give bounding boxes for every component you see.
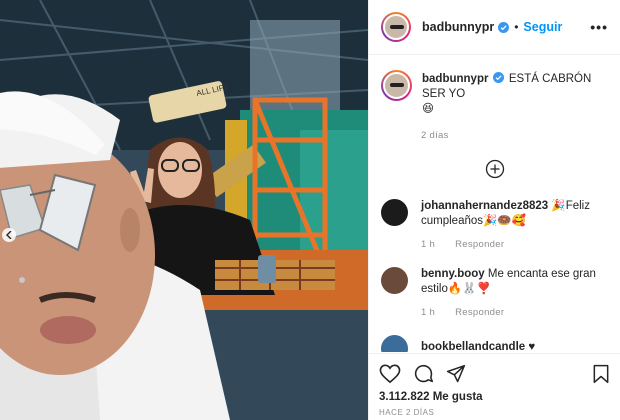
carousel-prev-button[interactable] bbox=[2, 228, 16, 242]
comment-username[interactable]: johannahernandez8823 bbox=[421, 200, 548, 212]
post-date[interactable]: HACE 2 DÍAS bbox=[379, 408, 610, 417]
caption: badbunnypr ESTÁ CABRÓN SER YO 😆 bbox=[381, 70, 608, 117]
comment-meta: 1 h Responder bbox=[421, 307, 608, 318]
separator-dot: • bbox=[514, 20, 519, 34]
caption-time: 2 días bbox=[421, 130, 608, 141]
comment-username[interactable]: benny.booy bbox=[421, 268, 485, 280]
comments-list[interactable]: badbunnypr ESTÁ CABRÓN SER YO 😆 2 días j… bbox=[369, 56, 620, 352]
comment-avatar[interactable] bbox=[381, 335, 408, 352]
caption-username[interactable]: badbunnypr bbox=[422, 73, 488, 85]
comment-avatar[interactable] bbox=[381, 199, 408, 226]
reply-button[interactable]: Responder bbox=[455, 239, 504, 250]
like-heart-icon[interactable] bbox=[379, 364, 401, 384]
reply-button[interactable]: Responder bbox=[455, 307, 504, 318]
post-actions: 3.112.822 Me gusta HACE 2 DÍAS bbox=[369, 353, 620, 417]
comment-bubble-icon[interactable] bbox=[413, 363, 434, 384]
caption-time-label[interactable]: 2 días bbox=[421, 130, 449, 141]
action-icons bbox=[379, 363, 610, 384]
comment-time[interactable]: 1 h bbox=[421, 307, 435, 318]
comment-time[interactable]: 1 h bbox=[421, 239, 435, 250]
comment-meta: 1 h Responder bbox=[421, 239, 608, 250]
chevron-left-icon bbox=[6, 231, 12, 239]
comment-username[interactable]: bookbellandcandle bbox=[421, 341, 525, 352]
caption-emoji: 😆 bbox=[422, 103, 434, 115]
likes-count[interactable]: 3.112.822 Me gusta bbox=[379, 391, 610, 403]
share-send-icon[interactable] bbox=[446, 364, 466, 384]
caption-avatar[interactable] bbox=[381, 70, 412, 101]
verified-badge-icon bbox=[492, 72, 504, 83]
plus-circle-icon bbox=[485, 159, 504, 179]
post-header: badbunnypr • Seguir ••• bbox=[369, 0, 620, 55]
comment-item: benny.booy Me encanta ese gran estilo🔥🐰❣… bbox=[381, 267, 608, 297]
post-sidebar: badbunnypr • Seguir ••• badbunnypr ESTÁ … bbox=[368, 0, 620, 420]
comment-avatar[interactable] bbox=[381, 267, 408, 294]
verified-badge-icon bbox=[498, 21, 510, 33]
post-photo[interactable]: ALL LIFT bbox=[0, 0, 368, 420]
follow-button[interactable]: Seguir bbox=[523, 20, 562, 34]
comment-text: ♥ bbox=[528, 341, 536, 352]
author-username[interactable]: badbunnypr bbox=[422, 20, 494, 34]
save-bookmark-icon[interactable] bbox=[592, 364, 610, 384]
photo-illustration: ALL LIFT bbox=[0, 0, 368, 420]
more-options-icon[interactable]: ••• bbox=[590, 19, 608, 35]
comment-item: johannahernandez8823 🎉Feliz cumpleaños🎉🍩… bbox=[381, 199, 608, 229]
author-avatar[interactable] bbox=[381, 12, 411, 42]
load-more-comments-button[interactable] bbox=[381, 159, 608, 179]
comment-item: bookbellandcandle ♥ bbox=[381, 335, 608, 352]
